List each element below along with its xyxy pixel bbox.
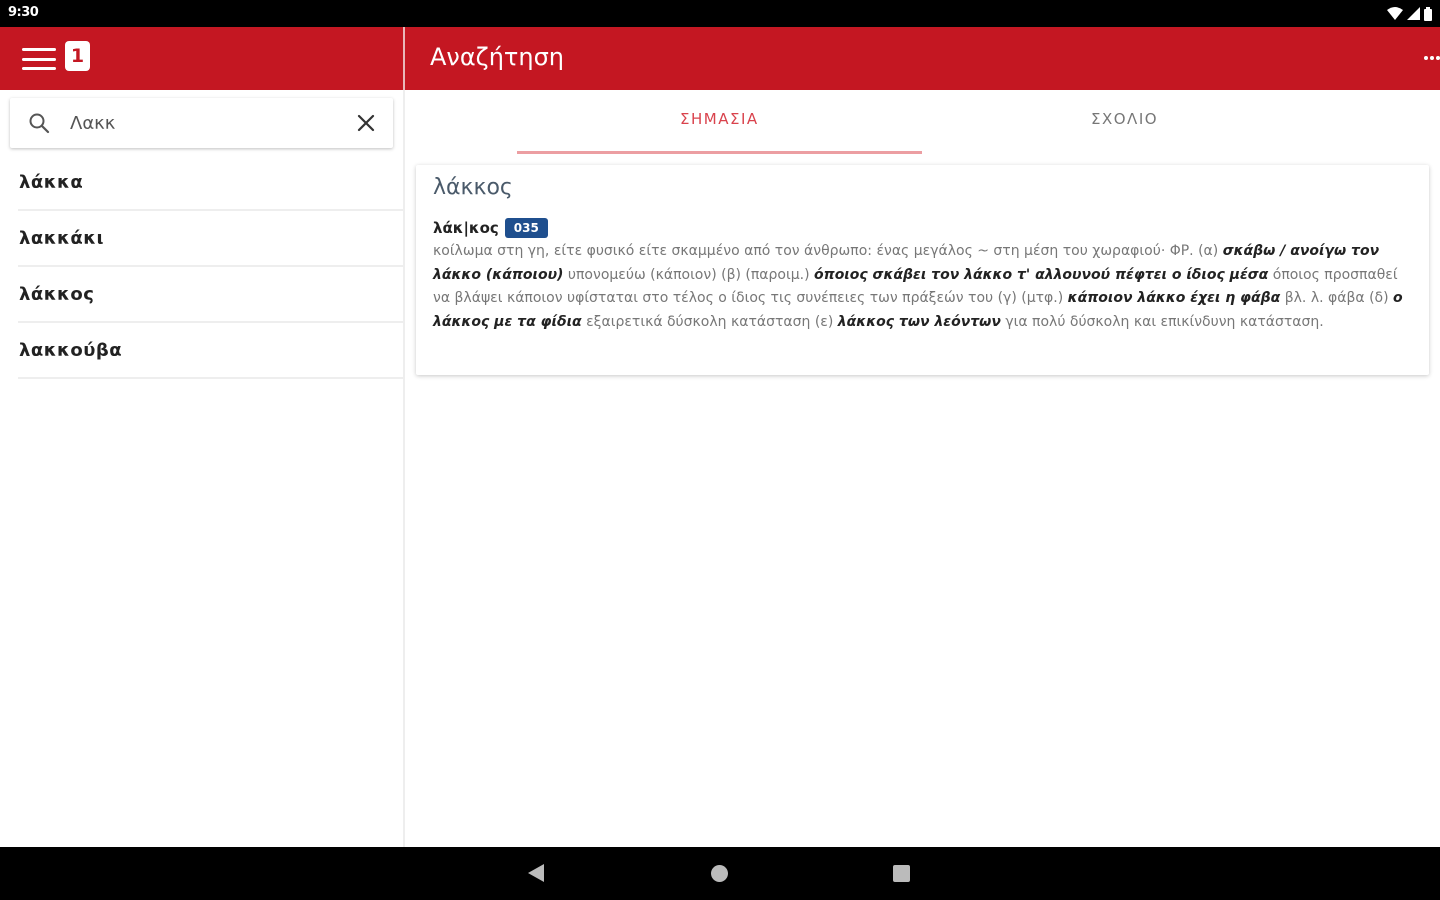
result-label: λακκούβα	[19, 340, 123, 361]
wifi-icon	[1387, 7, 1403, 20]
definition-phrase: λάκκος των λεόντων	[837, 313, 1001, 330]
definition-text: βλ. λ. φάβα (δ)	[1280, 290, 1394, 306]
close-icon[interactable]	[355, 112, 377, 134]
entry-headword: λάκ|κος	[433, 219, 499, 237]
result-item[interactable]: λακκάκι	[0, 211, 403, 267]
status-bar: 9:30	[0, 0, 1440, 27]
entry-title: λάκκος	[433, 175, 513, 200]
back-icon[interactable]	[528, 864, 544, 882]
status-icons	[1387, 6, 1432, 21]
menu-icon	[22, 48, 56, 51]
definition-text: εξαιρετικά δύσκολη κατάσταση (ε)	[581, 313, 838, 330]
result-label: λακκάκι	[19, 228, 105, 249]
page-title: Αναζήτηση	[430, 43, 564, 71]
result-item[interactable]: λάκκος	[0, 267, 403, 323]
menu-icon-bar	[22, 67, 56, 70]
home-icon[interactable]	[711, 865, 728, 882]
search-box	[10, 98, 393, 148]
main-app-bar: Αναζήτηση	[405, 27, 1440, 90]
definition-text: κοίλωμα στη γη, είτε φυσικό είτε σκαμμέν…	[433, 243, 1223, 259]
search-pane: λάκκα λακκάκι λάκκος λακκούβα	[0, 90, 403, 847]
menu-icon-bar	[22, 57, 56, 61]
overflow-icon	[1424, 56, 1428, 60]
entry-definition: κοίλωμα στη γη, είτε φυσικό είτε σκαμμέν…	[433, 240, 1413, 334]
search-icon	[29, 113, 50, 134]
entry-head: λάκ|κος 035	[433, 218, 548, 238]
detail-pane: ΣΗΜΑΣΙΑ ΣΧΟΛΙΟ λάκκος λάκ|κος 035 κοίλωμ…	[405, 90, 1440, 847]
battery-icon	[1424, 6, 1432, 21]
search-input[interactable]	[70, 108, 340, 138]
result-item[interactable]: λακκούβα	[0, 323, 403, 379]
overflow-dot	[1430, 56, 1434, 60]
recents-icon[interactable]	[893, 865, 910, 882]
drawer-app-bar: 1	[0, 27, 403, 90]
overflow-dot	[1436, 56, 1440, 60]
results-list: λάκκα λακκάκι λάκκος λακκούβα	[0, 155, 403, 379]
tab-indicator	[517, 151, 922, 154]
inflection-code-badge[interactable]: 035	[504, 218, 548, 238]
definition-phrase: κάποιον λάκκο έχει η φάβα	[1067, 290, 1281, 306]
entry-card: λάκκος λάκ|κος 035 κοίλωμα στη γη, είτε …	[416, 165, 1429, 375]
result-label: λάκκα	[19, 172, 84, 193]
result-item[interactable]: λάκκα	[0, 155, 403, 211]
status-time: 9:30	[8, 5, 39, 20]
menu-button[interactable]	[22, 45, 56, 73]
tab-meaning[interactable]: ΣΗΜΑΣΙΑ	[680, 110, 759, 128]
definition-phrase: όποιος σκάβει τον λάκκο τ' αλλουνού πέφτ…	[814, 266, 1269, 283]
tab-comment[interactable]: ΣΧΟΛΙΟ	[1091, 110, 1158, 128]
signal-icon	[1407, 7, 1420, 20]
system-nav-bar	[0, 847, 1440, 900]
result-label: λάκκος	[19, 284, 95, 305]
definition-text: υπονομεύω (κάποιον) (β) (παροιμ.)	[563, 266, 814, 283]
definition-text: για πολύ δύσκολη και επικίνδυνη κατάστασ…	[1000, 313, 1324, 330]
app-logo-badge: 1	[65, 41, 90, 71]
overflow-menu-button[interactable]	[1424, 51, 1440, 65]
